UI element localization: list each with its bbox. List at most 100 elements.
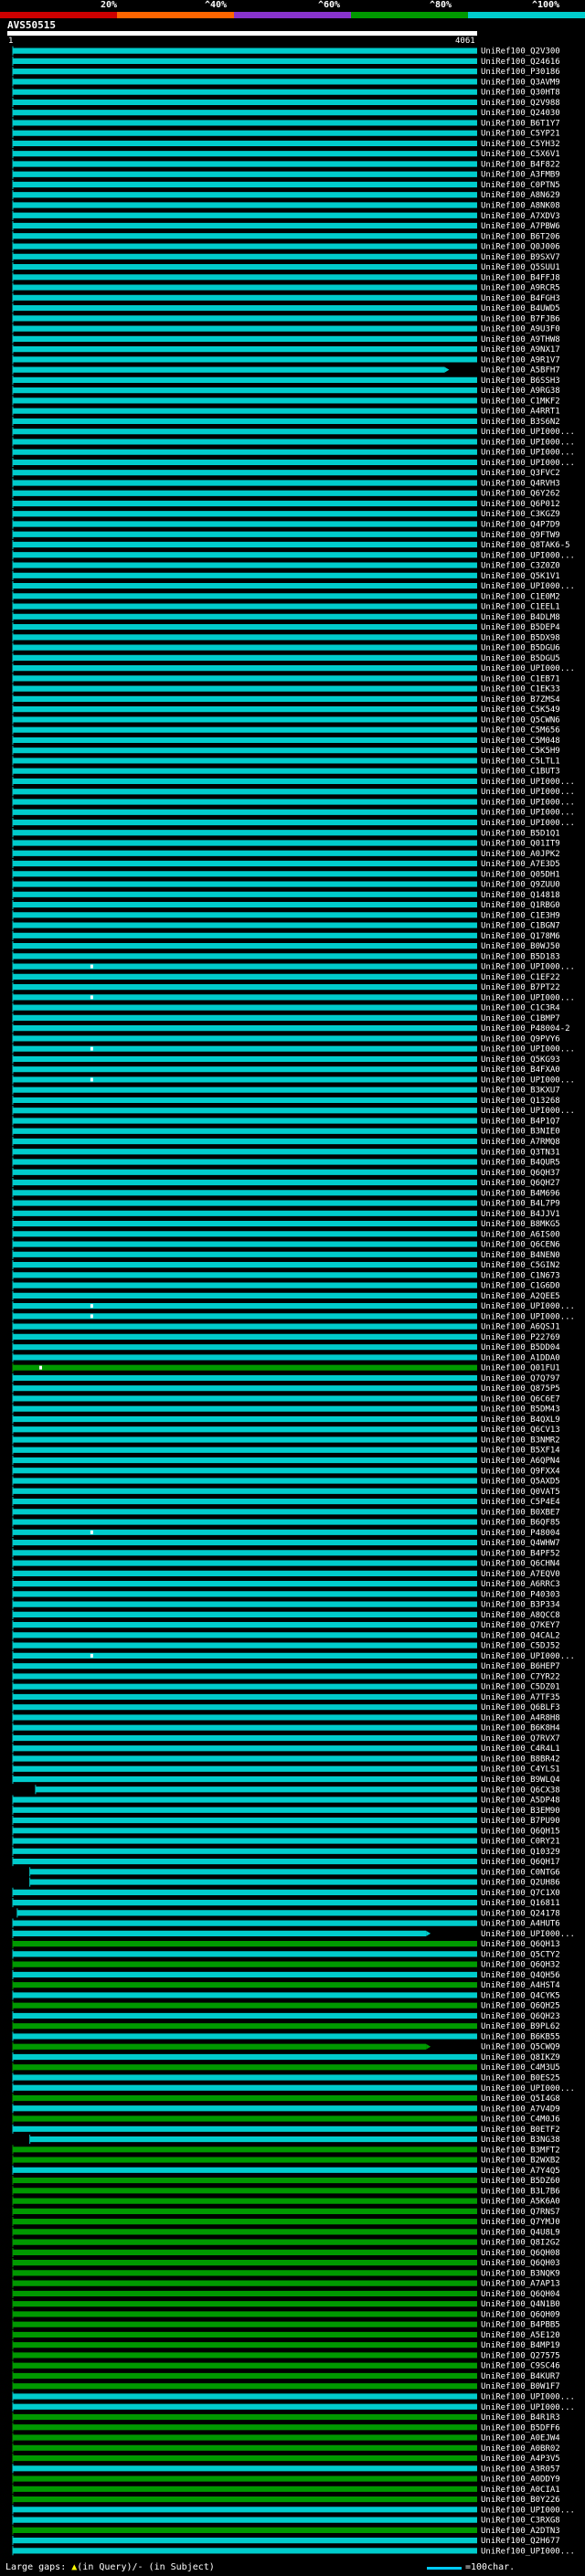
hit-label[interactable]: UniRef100_A6RRC3 <box>481 1580 560 1589</box>
hit-label[interactable]: UniRef100_Q6CHN4 <box>481 1560 560 1569</box>
hit-row[interactable]: UniRef100_Q6CX38 <box>35 1785 560 1795</box>
hit-label[interactable]: UniRef100_C4M0J6 <box>481 2115 560 2125</box>
hit-row[interactable]: UniRef100_B2WXB2 <box>12 2155 560 2166</box>
hit-label[interactable]: UniRef100_B5DEP4 <box>481 623 560 632</box>
hit-row[interactable]: UniRef100_B4FGH3 <box>12 292 560 303</box>
hit-row[interactable]: UniRef100_B0W1F7 <box>12 2381 560 2391</box>
hit-row[interactable]: UniRef100_P40303 <box>12 1589 560 1599</box>
hit-row[interactable]: UniRef100_Q30HT8 <box>12 87 560 98</box>
hit-label[interactable]: UniRef100_B7PU90 <box>481 1817 560 1826</box>
hit-row[interactable]: UniRef100_Q24030 <box>12 108 560 118</box>
hit-row[interactable]: UniRef100_Q5CTY2 <box>12 1949 560 1959</box>
hit-label[interactable]: UniRef100_A7E3D5 <box>481 860 560 869</box>
hit-row[interactable]: UniRef100_A0BR02 <box>12 2443 560 2454</box>
hit-label[interactable]: UniRef100_C5YP21 <box>481 130 560 139</box>
hit-row[interactable]: UniRef100_B4UWD5 <box>12 303 560 313</box>
hit-label[interactable]: UniRef100_A6IS00 <box>481 1230 560 1239</box>
hit-label[interactable]: UniRef100_P48004 <box>481 1529 560 1538</box>
hit-row[interactable]: UniRef100_C3RXG8 <box>12 2515 560 2526</box>
hit-label[interactable]: UniRef100_Q30HT8 <box>481 89 560 98</box>
hit-row[interactable]: UniRef100_C0NTG6 <box>29 1867 560 1877</box>
hit-row[interactable]: UniRef100_Q5KG93 <box>12 1054 560 1065</box>
hit-label[interactable]: UniRef100_B5DGU6 <box>481 644 560 653</box>
hit-row[interactable]: UniRef100_Q7RNS7 <box>12 2206 560 2217</box>
hit-row[interactable]: UniRef100_B4FXA0 <box>12 1065 560 1075</box>
hit-row[interactable]: UniRef100_B7PT22 <box>12 982 560 992</box>
hit-row[interactable]: UniRef100_UPI000... <box>12 1044 575 1055</box>
hit-label[interactable]: UniRef100_B4JJV1 <box>481 1210 560 1219</box>
hit-label[interactable]: UniRef100_UPI000... <box>481 1312 575 1321</box>
hit-label[interactable]: UniRef100_Q6QH09 <box>481 2310 560 2319</box>
hit-label[interactable]: UniRef100_Q5I4G8 <box>481 2094 560 2104</box>
hit-label[interactable]: UniRef100_A6QPN4 <box>481 1457 560 1466</box>
hit-label[interactable]: UniRef100_Q4U8L9 <box>481 2228 560 2237</box>
hit-row[interactable]: UniRef100_UPI000... <box>12 1075 575 1085</box>
hit-row[interactable]: UniRef100_A0EJW4 <box>12 2433 560 2443</box>
hit-label[interactable]: UniRef100_Q178M6 <box>481 932 560 941</box>
hit-label[interactable]: UniRef100_C4YLS1 <box>481 1765 560 1775</box>
hit-label[interactable]: UniRef100_Q5SUU1 <box>481 263 560 272</box>
hit-row[interactable]: UniRef100_Q6QH37 <box>12 1167 560 1178</box>
hit-row[interactable]: UniRef100_C3KGZ9 <box>12 509 560 519</box>
hit-row[interactable]: UniRef100_B3P334 <box>12 1599 560 1610</box>
hit-label[interactable]: UniRef100_B4NEN0 <box>481 1251 560 1260</box>
hit-row[interactable]: UniRef100_A9RG38 <box>12 386 560 396</box>
hit-row[interactable]: UniRef100_A1DDA0 <box>12 1352 560 1362</box>
hit-label[interactable]: UniRef100_C1BMP7 <box>481 1014 560 1023</box>
hit-label[interactable]: UniRef100_Q6CEN6 <box>481 1241 560 1250</box>
hit-label[interactable]: UniRef100_A4HUT6 <box>481 1920 560 1929</box>
hit-row[interactable]: UniRef100_P30186 <box>12 67 560 77</box>
hit-row[interactable]: UniRef100_B8BR42 <box>12 1754 560 1764</box>
hit-row[interactable]: UniRef100_Q01IT9 <box>12 838 560 849</box>
hit-label[interactable]: UniRef100_C0NTG6 <box>481 1868 560 1877</box>
hit-row[interactable]: UniRef100_B5DGU6 <box>12 642 560 653</box>
hit-row[interactable]: UniRef100_UPI000... <box>12 992 575 1002</box>
hit-label[interactable]: UniRef100_B6SSH3 <box>481 376 560 386</box>
hit-label[interactable]: UniRef100_Q2V300 <box>481 48 560 57</box>
hit-row[interactable]: UniRef100_B6K8H4 <box>12 1723 560 1733</box>
hit-row[interactable]: UniRef100_UPI000... <box>12 1928 575 1939</box>
hit-row[interactable]: UniRef100_B5DX98 <box>12 632 560 642</box>
hit-label[interactable]: UniRef100_Q5CWQ9 <box>481 2043 560 2052</box>
hit-label[interactable]: UniRef100_B6K8H4 <box>481 1724 560 1733</box>
hit-label[interactable]: UniRef100_A4HST4 <box>481 1981 560 1990</box>
hit-row[interactable]: UniRef100_B9PL62 <box>12 2021 560 2031</box>
hit-row[interactable]: UniRef100_A2QEE5 <box>12 1290 560 1301</box>
hit-row[interactable]: UniRef100_Q4U8L9 <box>12 2227 560 2237</box>
hit-row[interactable]: UniRef100_UPI000... <box>12 580 575 591</box>
hit-label[interactable]: UniRef100_UPI000... <box>481 993 575 1002</box>
hit-label[interactable]: UniRef100_C4M3U5 <box>481 2063 560 2072</box>
hit-row[interactable]: UniRef100_C5P4E4 <box>12 1496 560 1507</box>
hit-label[interactable]: UniRef100_Q6QH04 <box>481 2290 560 2299</box>
hit-row[interactable]: UniRef100_B4DLM8 <box>12 611 560 622</box>
hit-row[interactable]: UniRef100_UPI000... <box>12 2401 575 2412</box>
hit-row[interactable]: UniRef100_C1E3H9 <box>12 910 560 920</box>
hit-label[interactable]: UniRef100_A9R1V7 <box>481 355 560 365</box>
hit-row[interactable]: UniRef100_A4RRT1 <box>12 406 560 417</box>
hit-label[interactable]: UniRef100_Q24030 <box>481 109 560 118</box>
hit-row[interactable]: UniRef100_A0CIA1 <box>12 2484 560 2495</box>
hit-label[interactable]: UniRef100_C5LTL1 <box>481 757 560 766</box>
hit-row[interactable]: UniRef100_UPI000... <box>12 447 575 458</box>
hit-row[interactable]: UniRef100_A5BFH7 <box>12 365 560 376</box>
hit-row[interactable]: UniRef100_A3FMB9 <box>12 169 560 180</box>
hit-label[interactable]: UniRef100_B3NQK9 <box>481 2269 560 2278</box>
hit-row[interactable]: UniRef100_Q6QH17 <box>12 1857 560 1867</box>
hit-label[interactable]: UniRef100_Q10329 <box>481 1848 560 1857</box>
hit-label[interactable]: UniRef100_C1EEL1 <box>481 603 560 612</box>
hit-row[interactable]: UniRef100_B4QXL9 <box>12 1414 560 1425</box>
hit-label[interactable]: UniRef100_Q4RVH3 <box>481 479 560 488</box>
hit-row[interactable]: UniRef100_Q4WHW7 <box>12 1538 560 1548</box>
hit-row[interactable]: UniRef100_C5DZ01 <box>12 1681 560 1692</box>
hit-row[interactable]: UniRef100_Q3TN31 <box>12 1147 560 1157</box>
hit-label[interactable]: UniRef100_Q4CYK5 <box>481 1991 560 2000</box>
hit-label[interactable]: UniRef100_C7YR22 <box>481 1672 560 1681</box>
hit-row[interactable]: UniRef100_C1MKF2 <box>12 396 560 406</box>
hit-row[interactable]: UniRef100_A4R8H8 <box>12 1712 560 1723</box>
hit-row[interactable]: UniRef100_Q1RBG0 <box>12 899 560 910</box>
hit-row[interactable]: UniRef100_B8MKG5 <box>12 1218 560 1229</box>
hit-row[interactable]: UniRef100_A3R057 <box>12 2464 560 2474</box>
hit-row[interactable]: UniRef100_B3L7B6 <box>12 2186 560 2196</box>
hit-row[interactable]: UniRef100_C3Z0Z0 <box>12 560 560 571</box>
hit-row[interactable]: UniRef100_Q7KEY7 <box>12 1620 560 1630</box>
